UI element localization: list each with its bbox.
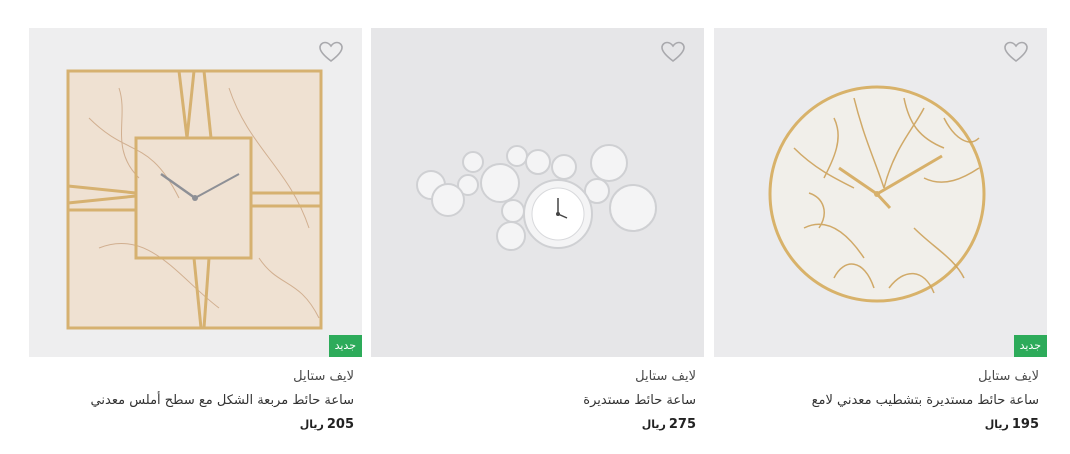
product-title[interactable]: ساعة حائط مستديرة بتشطيب معدني لامع xyxy=(722,392,1039,410)
wishlist-heart-icon[interactable] xyxy=(318,40,344,64)
product-price: 275ريال xyxy=(379,416,696,434)
round-gold-tree-clock-image xyxy=(714,28,1047,357)
new-badge: جديد xyxy=(328,335,362,357)
product-card[interactable]: جديد لايف ستايل ساعة حائط مستديرة بتشطيب… xyxy=(714,28,1047,448)
product-title[interactable]: ساعة حائط مستديرة xyxy=(379,392,696,410)
wishlist-heart-icon[interactable] xyxy=(660,40,686,64)
square-marble-clock-image xyxy=(29,28,362,357)
product-brand: لايف ستايل xyxy=(293,369,354,384)
mirror-circles-clock-image xyxy=(371,28,704,357)
price-currency: ريال xyxy=(299,418,324,431)
product-price: 195ريال xyxy=(722,416,1039,434)
product-image[interactable]: جديد xyxy=(29,28,362,357)
product-grid: جديد لايف ستايل ساعة حائط مربعة الشكل مع… xyxy=(29,28,1047,448)
product-info: لايف ستايل ساعة حائط مستديرة بتشطيب معدن… xyxy=(714,368,1047,434)
product-price: 205ريال xyxy=(37,416,354,434)
price-currency: ريال xyxy=(984,418,1009,431)
product-card[interactable]: جديد لايف ستايل ساعة حائط مربعة الشكل مع… xyxy=(29,28,362,448)
product-brand: لايف ستايل xyxy=(978,369,1039,384)
new-badge: جديد xyxy=(1013,335,1047,357)
product-card[interactable]: لايف ستايل ساعة حائط مستديرة 275ريال xyxy=(371,28,704,448)
product-image[interactable]: جديد xyxy=(714,28,1047,357)
product-title[interactable]: ساعة حائط مربعة الشكل مع سطح أملس معدني xyxy=(37,392,354,410)
product-image[interactable] xyxy=(371,28,704,357)
product-info: لايف ستايل ساعة حائط مستديرة 275ريال xyxy=(371,368,704,434)
wishlist-heart-icon[interactable] xyxy=(1003,40,1029,64)
price-value: 195 xyxy=(1011,417,1039,432)
product-info: لايف ستايل ساعة حائط مربعة الشكل مع سطح … xyxy=(29,368,362,434)
price-value: 275 xyxy=(668,417,696,432)
price-currency: ريال xyxy=(641,418,666,431)
product-brand: لايف ستايل xyxy=(635,369,696,384)
price-value: 205 xyxy=(326,417,354,432)
